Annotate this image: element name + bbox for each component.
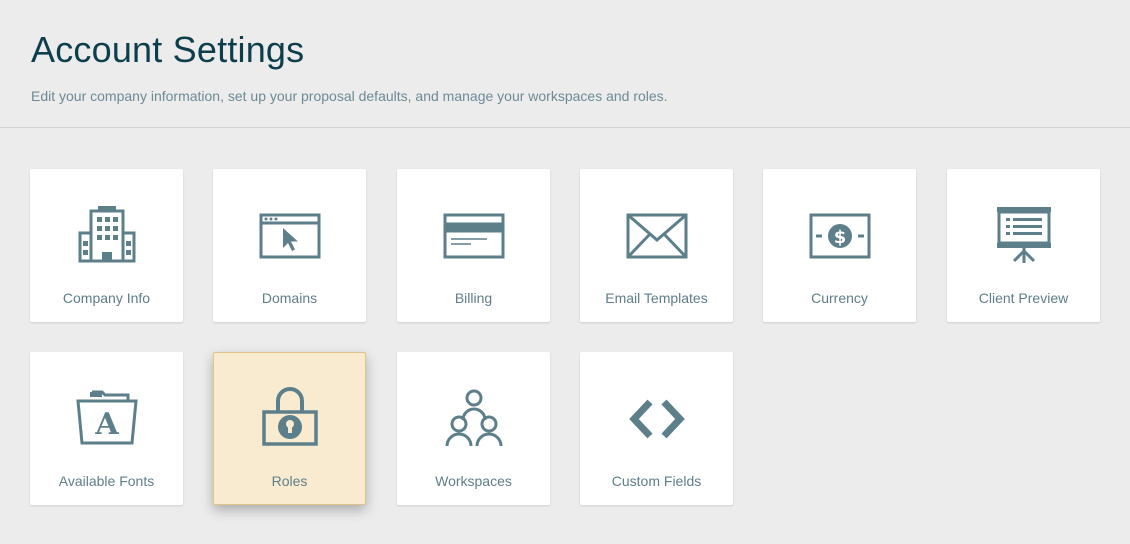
presentation-board-icon bbox=[993, 203, 1055, 265]
tile-email-templates[interactable]: Email Templates bbox=[580, 169, 733, 322]
tile-label: Currency bbox=[811, 290, 868, 306]
tile-label: Billing bbox=[454, 290, 493, 306]
settings-grid: Company Info Domains Billing Email Templ… bbox=[0, 0, 1130, 544]
building-icon bbox=[76, 203, 138, 265]
dollar-bill-icon: $ bbox=[809, 203, 871, 265]
svg-text:$: $ bbox=[834, 227, 847, 248]
tile-billing[interactable]: Billing bbox=[397, 169, 550, 322]
tile-label: Domains bbox=[261, 290, 318, 306]
tile-label: Workspaces bbox=[435, 473, 512, 489]
tile-label: Available Fonts bbox=[58, 473, 155, 489]
people-group-icon bbox=[443, 386, 505, 448]
tile-label: Email Templates bbox=[605, 290, 708, 306]
tile-roles[interactable]: Roles bbox=[213, 352, 366, 505]
tile-label: Client Preview bbox=[978, 290, 1069, 306]
tile-label: Custom Fields bbox=[611, 473, 702, 489]
tile-workspaces[interactable]: Workspaces bbox=[397, 352, 550, 505]
tile-domains[interactable]: Domains bbox=[213, 169, 366, 322]
tile-custom-fields[interactable]: Custom Fields bbox=[580, 352, 733, 505]
font-folder-icon: A bbox=[76, 386, 138, 448]
tile-available-fonts[interactable]: A Available Fonts bbox=[30, 352, 183, 505]
browser-cursor-icon bbox=[259, 203, 321, 265]
code-brackets-icon bbox=[626, 386, 688, 448]
credit-card-icon bbox=[443, 203, 505, 265]
tile-company-info[interactable]: Company Info bbox=[30, 169, 183, 322]
padlock-icon bbox=[259, 386, 321, 448]
tile-label: Company Info bbox=[62, 290, 151, 306]
tile-currency[interactable]: $ Currency bbox=[763, 169, 916, 322]
svg-text:A: A bbox=[94, 407, 119, 442]
envelope-icon bbox=[626, 203, 688, 265]
tile-label: Roles bbox=[271, 473, 308, 489]
tile-client-preview[interactable]: Client Preview bbox=[947, 169, 1100, 322]
